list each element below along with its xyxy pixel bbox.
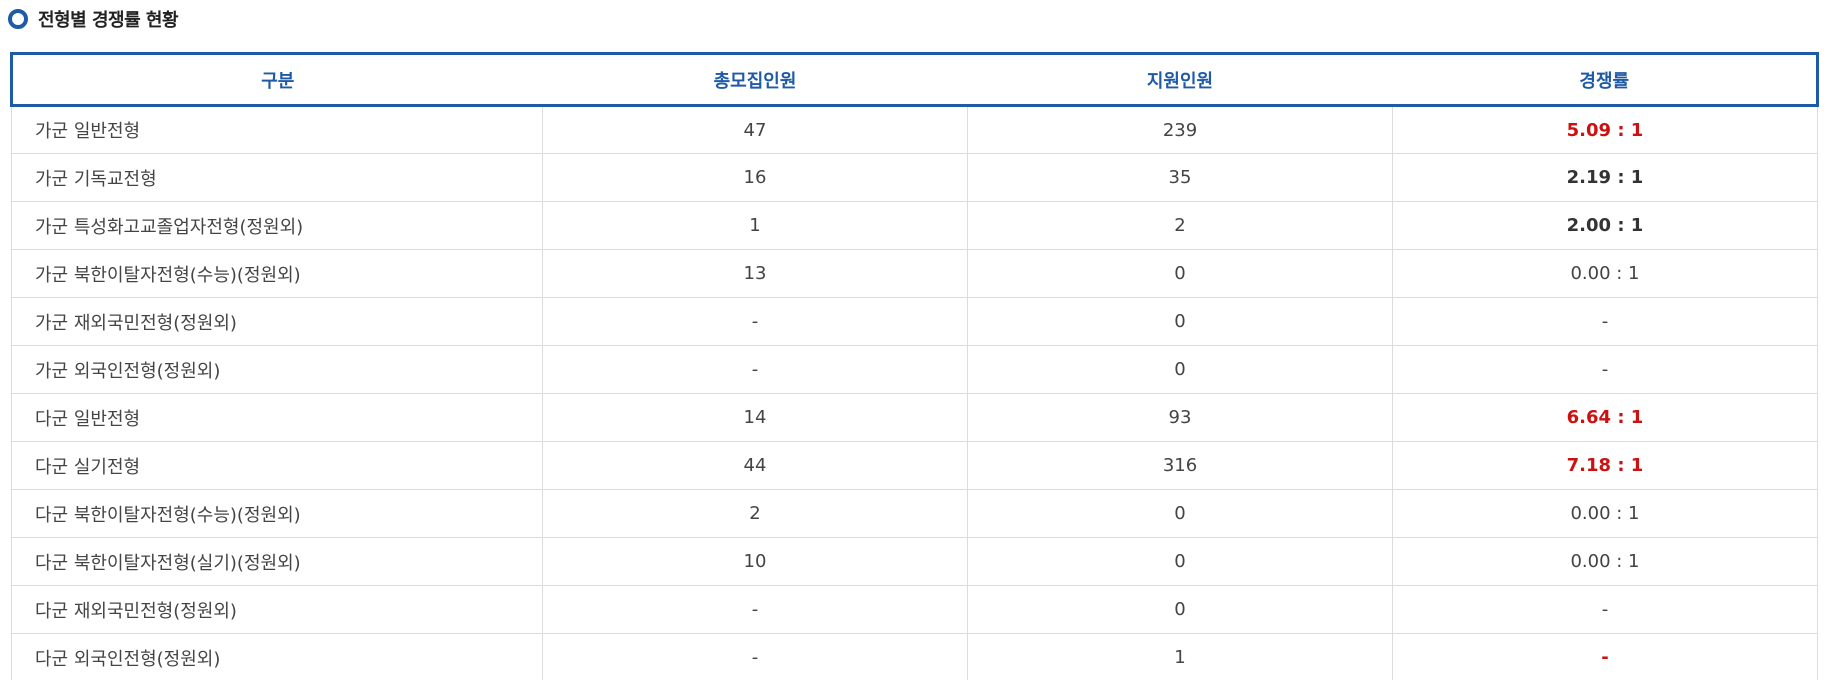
table-row: 다군 일반전형 14 93 6.64 : 1 [11, 393, 1818, 442]
header-category: 구분 [10, 52, 543, 107]
header-quota: 총모집인원 [542, 52, 968, 107]
rate-cell: 2.19 : 1 [1392, 153, 1818, 202]
table-row: 가군 기독교전형 16 35 2.19 : 1 [11, 153, 1818, 202]
applicants-cell: 35 [967, 153, 1393, 202]
category-cell: 다군 북한이탈자전형(실기)(정원외) [11, 537, 543, 586]
section-header: 전형별 경쟁률 현황 [8, 6, 179, 32]
rate-cell: 0.00 : 1 [1392, 537, 1818, 586]
category-cell: 가군 일반전형 [11, 105, 543, 154]
quota-cell: - [542, 345, 968, 394]
applicants-cell: 0 [967, 249, 1393, 298]
applicants-cell: 0 [967, 489, 1393, 538]
quota-cell: 44 [542, 441, 968, 490]
applicants-cell: 316 [967, 441, 1393, 490]
rate-cell: - [1392, 633, 1818, 680]
rate-cell: 7.18 : 1 [1392, 441, 1818, 490]
category-cell: 가군 외국인전형(정원외) [11, 345, 543, 394]
table-row: 다군 북한이탈자전형(수능)(정원외) 2 0 0.00 : 1 [11, 489, 1818, 538]
category-cell: 가군 특성화고교졸업자전형(정원외) [11, 201, 543, 250]
quota-cell: 1 [542, 201, 968, 250]
applicants-cell: 93 [967, 393, 1393, 442]
applicants-cell: 2 [967, 201, 1393, 250]
category-cell: 가군 재외국민전형(정원외) [11, 297, 543, 346]
quota-cell: 10 [542, 537, 968, 586]
rate-cell: 5.09 : 1 [1392, 105, 1818, 154]
applicants-cell: 0 [967, 345, 1393, 394]
category-cell: 다군 재외국민전형(정원외) [11, 585, 543, 634]
quota-cell: 47 [542, 105, 968, 154]
table-row: 가군 재외국민전형(정원외) -0- [11, 297, 1818, 346]
category-cell: 가군 북한이탈자전형(수능)(정원외) [11, 249, 543, 298]
applicants-cell: 0 [967, 537, 1393, 586]
competition-rate-table: 구분 총모집인원 지원인원 경쟁률 가군 일반전형 47 239 5.09 : 1 가군… [10, 52, 1819, 680]
table-body: 가군 일반전형 47 239 5.09 : 1 가군 기독교전형 16 35 2.19 : 1… [11, 105, 1818, 680]
quota-cell: 13 [542, 249, 968, 298]
rate-cell: - [1392, 345, 1818, 394]
applicants-cell: 1 [967, 633, 1393, 680]
table-row: 다군 북한이탈자전형(실기)(정원외) 10 0 0.00 : 1 [11, 537, 1818, 586]
rate-cell: 6.64 : 1 [1392, 393, 1818, 442]
rate-cell: 0.00 : 1 [1392, 489, 1818, 538]
header-rate: 경쟁률 [1392, 52, 1819, 107]
quota-cell: 16 [542, 153, 968, 202]
table-row: 가군 북한이탈자전형(수능)(정원외) 13 0 0.00 : 1 [11, 249, 1818, 298]
quota-cell: 2 [542, 489, 968, 538]
quota-cell: - [542, 585, 968, 634]
table-row: 다군 재외국민전형(정원외) -0- [11, 585, 1818, 634]
quota-cell: 14 [542, 393, 968, 442]
rate-cell: - [1392, 585, 1818, 634]
rate-cell: 0.00 : 1 [1392, 249, 1818, 298]
table-row: 가군 특성화고교졸업자전형(정원외) 1 2 2.00 : 1 [11, 201, 1818, 250]
table-header: 구분 총모집인원 지원인원 경쟁률 [10, 52, 1819, 107]
table-row: 가군 외국인전형(정원외) -0- [11, 345, 1818, 394]
rate-cell: 2.00 : 1 [1392, 201, 1818, 250]
applicants-cell: 239 [967, 105, 1393, 154]
category-cell: 가군 기독교전형 [11, 153, 543, 202]
section-title: 전형별 경쟁률 현황 [38, 10, 179, 31]
rate-cell: - [1392, 297, 1818, 346]
category-cell: 다군 외국인전형(정원외) [11, 633, 543, 680]
page: 전형별 경쟁률 현황 구분 총모집인원 지원인원 경쟁률 가군 일반전형 47 23… [0, 0, 1824, 680]
quota-cell: - [542, 297, 968, 346]
category-cell: 다군 북한이탈자전형(수능)(정원외) [11, 489, 543, 538]
applicants-cell: 0 [967, 585, 1393, 634]
table-row: 다군 실기전형 44 316 7.18 : 1 [11, 441, 1818, 490]
quota-cell: - [542, 633, 968, 680]
category-cell: 다군 일반전형 [11, 393, 543, 442]
header-row: 구분 총모집인원 지원인원 경쟁률 [10, 52, 1819, 107]
table-row: 다군 외국인전형(정원외) -1- [11, 633, 1818, 680]
category-cell: 다군 실기전형 [11, 441, 543, 490]
table-row: 가군 일반전형 47 239 5.09 : 1 [11, 105, 1818, 154]
header-applicants: 지원인원 [967, 52, 1393, 107]
applicants-cell: 0 [967, 297, 1393, 346]
radio-circle-icon [8, 9, 28, 29]
